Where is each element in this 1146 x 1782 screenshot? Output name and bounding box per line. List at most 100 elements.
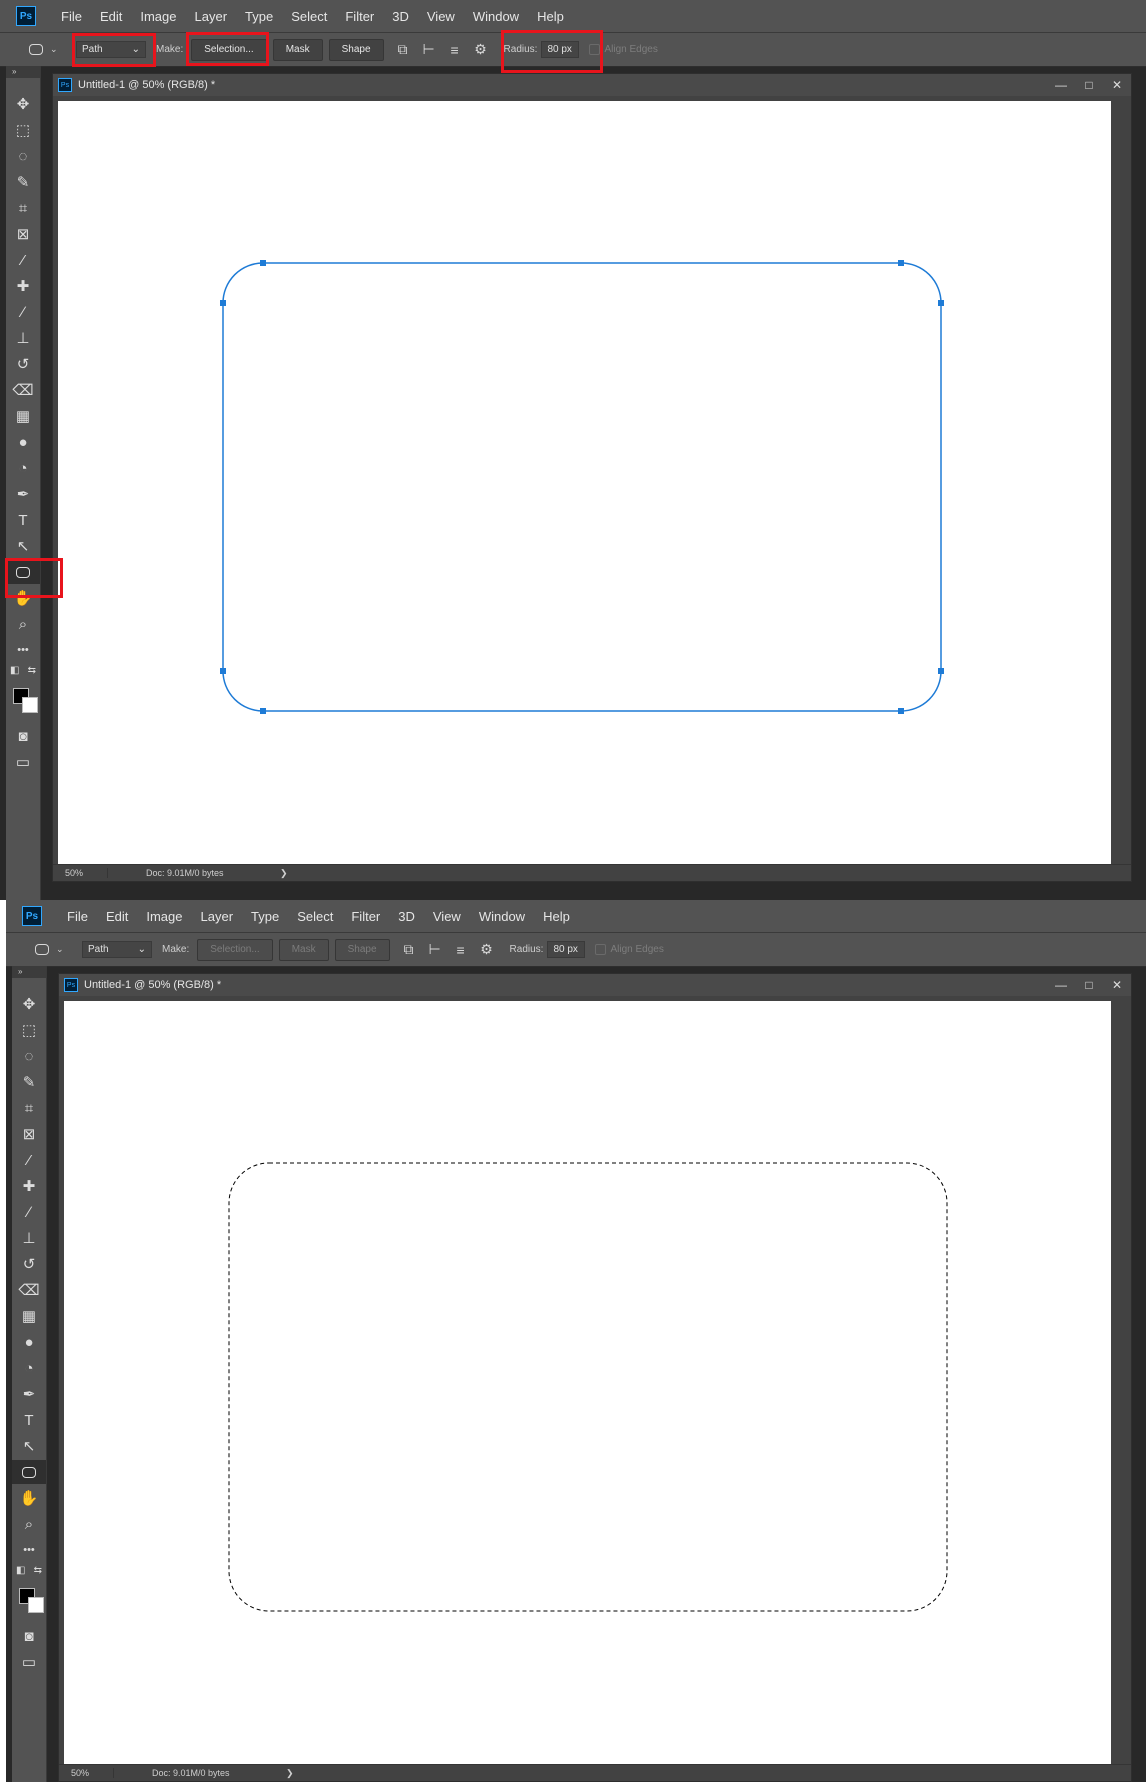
zoom-tool-icon[interactable]: ⌕ — [12, 1512, 46, 1536]
path-operations-icon[interactable]: ⧉ — [396, 938, 422, 962]
menu-select[interactable]: Select — [288, 909, 342, 924]
dodge-tool-icon[interactable]: ◔ — [6, 456, 40, 480]
mask-button[interactable]: Mask — [272, 38, 323, 61]
dodge-tool-icon[interactable]: ◔ — [12, 1356, 46, 1380]
shape-button[interactable]: Shape — [328, 38, 384, 61]
frame-tool-icon[interactable]: ⊠ — [12, 1122, 46, 1146]
eyedropper-tool-icon[interactable]: ⁄ — [12, 1148, 46, 1172]
minimize-icon[interactable]: — — [1047, 78, 1075, 92]
color-swatches[interactable] — [13, 688, 39, 714]
radius-field[interactable]: 80 px — [541, 41, 580, 58]
menu-file[interactable]: File — [52, 9, 91, 24]
chevron-right-icon[interactable]: ❯ — [276, 868, 288, 879]
clone-stamp-tool-icon[interactable]: ⊥ — [12, 1226, 46, 1250]
close-icon[interactable]: ✕ — [1103, 78, 1131, 92]
eyedropper-tool-icon[interactable]: ⁄ — [6, 248, 40, 272]
maximize-icon[interactable]: □ — [1075, 78, 1103, 92]
eraser-tool-icon[interactable]: ⌫ — [12, 1278, 46, 1302]
tool-preset-picker[interactable] — [22, 39, 50, 61]
maximize-icon[interactable]: □ — [1075, 978, 1103, 992]
swap-colors-icon[interactable]: ⇆ — [34, 1565, 42, 1576]
menu-help[interactable]: Help — [534, 909, 579, 924]
path-anchor-point[interactable] — [220, 300, 226, 306]
healing-brush-tool-icon[interactable]: ✚ — [12, 1174, 46, 1198]
align-edges-checkbox[interactable] — [595, 944, 607, 955]
more-tools-icon[interactable]: ••• — [12, 1538, 46, 1562]
menu-3d[interactable]: 3D — [383, 9, 418, 24]
align-edges-checkbox[interactable] — [589, 44, 601, 55]
menu-window[interactable]: Window — [470, 909, 534, 924]
menu-view[interactable]: View — [424, 909, 470, 924]
blur-tool-icon[interactable]: ● — [12, 1330, 46, 1354]
history-brush-tool-icon[interactable]: ↺ — [12, 1252, 46, 1276]
pen-tool-icon[interactable]: ✒ — [6, 482, 40, 506]
history-brush-tool-icon[interactable]: ↺ — [6, 352, 40, 376]
canvas[interactable] — [58, 101, 1111, 865]
background-color-swatch[interactable] — [28, 1597, 44, 1613]
swap-colors-icon[interactable]: ⇆ — [28, 665, 36, 676]
menu-image[interactable]: Image — [131, 9, 185, 24]
menu-edit[interactable]: Edit — [91, 9, 131, 24]
selection-button[interactable]: Selection... — [197, 938, 273, 961]
menu-file[interactable]: File — [58, 909, 97, 924]
frame-tool-icon[interactable]: ⊠ — [6, 222, 40, 246]
type-tool-icon[interactable]: T — [6, 508, 40, 532]
blur-tool-icon[interactable]: ● — [6, 430, 40, 454]
collapse-panel-icon[interactable]: » — [6, 66, 40, 78]
brush-tool-icon[interactable]: ∕ — [12, 1200, 46, 1224]
default-colors-icon[interactable]: ◧ — [16, 1565, 25, 1576]
zoom-level[interactable]: 50% — [59, 1768, 114, 1778]
menu-filter[interactable]: Filter — [336, 9, 383, 24]
gradient-tool-icon[interactable]: ▦ — [12, 1304, 46, 1328]
mode-select[interactable]: Path ⌄ — [76, 41, 146, 58]
lasso-tool-icon[interactable]: ◌ — [6, 144, 40, 168]
zoom-tool-icon[interactable]: ⌕ — [6, 612, 40, 636]
path-anchor-point[interactable] — [938, 668, 944, 674]
gear-icon[interactable]: ⚙ — [474, 938, 500, 962]
path-anchor-point[interactable] — [260, 708, 266, 714]
crop-tool-icon[interactable]: ⌗ — [6, 196, 40, 220]
move-tool-icon[interactable]: ✥ — [6, 92, 40, 116]
more-tools-icon[interactable]: ••• — [6, 638, 40, 662]
path-arrangement-icon[interactable]: ≡ — [442, 38, 468, 62]
shape-button[interactable]: Shape — [334, 938, 390, 961]
move-tool-icon[interactable]: ✥ — [12, 992, 46, 1016]
background-color-swatch[interactable] — [22, 697, 38, 713]
menu-layer[interactable]: Layer — [186, 9, 237, 24]
menu-layer[interactable]: Layer — [192, 909, 243, 924]
path-anchor-point[interactable] — [898, 260, 904, 266]
vertical-scrollbar[interactable] — [1111, 101, 1131, 865]
chevron-down-icon[interactable]: ⌄ — [56, 944, 68, 955]
default-colors-icon[interactable]: ◧ — [10, 665, 19, 676]
hand-tool-icon[interactable]: ✋ — [12, 1486, 46, 1510]
path-alignment-icon[interactable]: ⊢ — [422, 938, 448, 962]
menu-type[interactable]: Type — [242, 909, 288, 924]
menu-view[interactable]: View — [418, 9, 464, 24]
radius-field[interactable]: 80 px — [547, 941, 586, 958]
menu-type[interactable]: Type — [236, 9, 282, 24]
zoom-level[interactable]: 50% — [53, 868, 108, 878]
tool-preset-picker[interactable] — [28, 939, 56, 961]
quick-mask-icon[interactable]: ◙ — [12, 1624, 46, 1648]
path-anchor-point[interactable] — [898, 708, 904, 714]
vertical-scrollbar[interactable] — [1111, 1001, 1131, 1765]
color-swatches[interactable] — [19, 1588, 45, 1614]
rounded-rectangle-tool[interactable] — [6, 560, 40, 584]
menu-edit[interactable]: Edit — [97, 909, 137, 924]
crop-tool-icon[interactable]: ⌗ — [12, 1096, 46, 1120]
quick-selection-tool-icon[interactable]: ✎ — [6, 170, 40, 194]
healing-brush-tool-icon[interactable]: ✚ — [6, 274, 40, 298]
menu-image[interactable]: Image — [137, 909, 191, 924]
pen-tool-icon[interactable]: ✒ — [12, 1382, 46, 1406]
chevron-right-icon[interactable]: ❯ — [282, 1768, 294, 1779]
screen-mode-icon[interactable]: ▭ — [12, 1650, 46, 1674]
close-icon[interactable]: ✕ — [1103, 978, 1131, 992]
hand-tool-icon[interactable]: ✋ — [6, 586, 40, 610]
brush-tool-icon[interactable]: ∕ — [6, 300, 40, 324]
gradient-tool-icon[interactable]: ▦ — [6, 404, 40, 428]
path-anchor-point[interactable] — [938, 300, 944, 306]
collapse-panel-icon[interactable]: » — [12, 966, 46, 978]
path-operations-icon[interactable]: ⧉ — [390, 38, 416, 62]
marquee-tool-icon[interactable]: ⬚ — [6, 118, 40, 142]
path-selection-tool-icon[interactable]: ↖ — [12, 1434, 46, 1458]
